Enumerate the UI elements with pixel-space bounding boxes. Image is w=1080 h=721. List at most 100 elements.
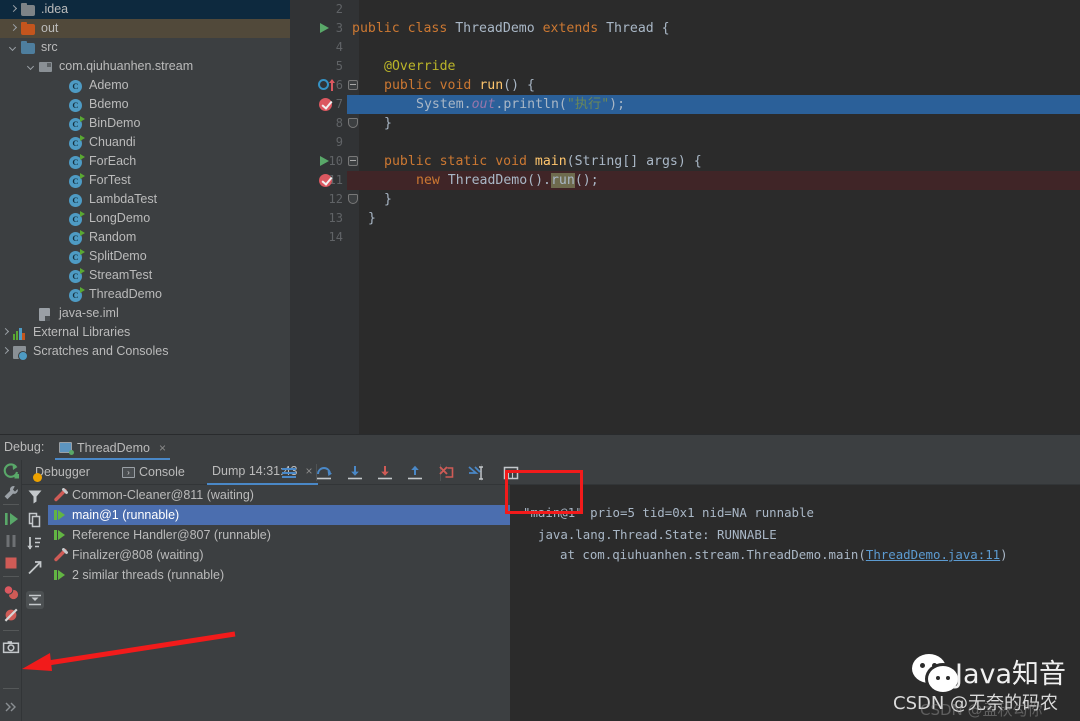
thread-panel[interactable]: Common-Cleaner@811 (waiting) main@1 (runn… <box>22 485 510 721</box>
tree-item-random[interactable]: C Random <box>0 228 290 247</box>
tree-item-threaddemo[interactable]: C ThreadDemo <box>0 285 290 304</box>
overflow-icon[interactable] <box>2 698 20 716</box>
tree-item-lambdatest[interactable]: C LambdaTest <box>0 190 290 209</box>
tree-item-out[interactable]: out <box>0 19 290 38</box>
thread-label: main@1 (runnable) <box>72 508 180 522</box>
editor-fold-strip[interactable] <box>347 0 359 434</box>
pause-program-icon[interactable] <box>2 532 20 550</box>
close-icon[interactable]: × <box>159 441 166 455</box>
tree-item-label: Chuandi <box>89 135 136 149</box>
line-number-10: 10 <box>328 154 343 168</box>
debug-left-toolbar[interactable] <box>0 460 22 721</box>
mute-breakpoints-icon[interactable] <box>2 606 20 624</box>
tab-debugger[interactable]: Debugger <box>30 460 95 485</box>
stop-icon[interactable] <box>2 554 20 572</box>
debug-run-config-tab[interactable]: ThreadDemo × <box>55 437 170 460</box>
thread-list[interactable]: Common-Cleaner@811 (waiting) main@1 (runn… <box>48 485 510 721</box>
thread-row[interactable]: Reference Handler@807 (runnable) <box>48 525 510 545</box>
tree-item-bdemo[interactable]: C Bdemo <box>0 95 290 114</box>
tab-dump[interactable]: Dump 14:31:43 × <box>207 460 318 485</box>
stack-header-line: "main@1" prio=5 tid=0x1 nid=NA runnable <box>523 505 814 520</box>
chevron-right-icon[interactable] <box>8 23 19 34</box>
tree-item-scratches-and-consoles[interactable]: Scratches and Consoles <box>0 342 290 361</box>
thread-dump-camera-icon[interactable] <box>2 638 20 656</box>
thread-runnable-icon <box>52 567 69 583</box>
tree-item-longdemo[interactable]: C LongDemo <box>0 209 290 228</box>
stack-state-line: java.lang.Thread.State: RUNNABLE <box>538 527 777 542</box>
thread-row[interactable]: main@1 (runnable) <box>48 505 510 525</box>
settings-wrench-icon[interactable] <box>2 484 20 502</box>
stack-frame-line: at com.qiuhuanhen.stream.ThreadDemo.main… <box>560 547 1008 562</box>
view-breakpoints-icon[interactable] <box>2 584 20 602</box>
run-method-gutter-icon[interactable] <box>320 154 336 170</box>
code-editor[interactable]: 2 3 4 5 6 7 8 9 10 11 12 13 14 public class ThreadDem… <box>290 0 1080 434</box>
tree-item-splitdemo[interactable]: C SplitDemo <box>0 247 290 266</box>
copy-icon[interactable] <box>26 511 44 529</box>
bubble-dot-3 <box>936 676 940 680</box>
tree-item-label: Ademo <box>89 78 129 92</box>
collapse-expand-icon[interactable] <box>26 591 44 609</box>
thread-label: Common-Cleaner@811 (waiting) <box>72 488 254 502</box>
step-out-icon[interactable] <box>406 464 424 482</box>
thread-row[interactable]: Finalizer@808 (waiting) <box>48 545 510 565</box>
run-to-cursor-icon[interactable] <box>467 464 485 482</box>
drop-frame-icon[interactable] <box>437 464 455 482</box>
step-into-icon[interactable] <box>346 464 364 482</box>
package-icon <box>39 59 54 74</box>
fold-marker-run-method-end[interactable] <box>348 118 359 129</box>
project-tree-panel[interactable]: .idea out src com.qiuhuanhen.stream C Ademo C B… <box>0 0 290 434</box>
fold-marker-main-method[interactable] <box>348 156 359 167</box>
fold-marker-main-method-end[interactable] <box>348 194 359 205</box>
rerun-icon[interactable] <box>2 462 20 480</box>
filter-icon[interactable] <box>26 487 44 505</box>
resume-program-icon[interactable] <box>2 510 20 528</box>
tree-item-chuandi[interactable]: C Chuandi <box>0 133 290 152</box>
tree-item-fortest[interactable]: C ForTest <box>0 171 290 190</box>
java-class-runnable-icon: C <box>69 154 84 169</box>
close-icon[interactable]: × <box>305 459 312 484</box>
chevron-right-icon[interactable] <box>0 346 11 357</box>
tree-item-label: out <box>41 21 59 35</box>
java-class-runnable-icon: C <box>69 211 84 226</box>
thread-row[interactable]: 2 similar threads (runnable) <box>48 565 510 585</box>
thread-row[interactable]: Common-Cleaner@811 (waiting) <box>48 485 510 505</box>
tree-item-java-se-iml[interactable]: java-se.iml <box>0 304 290 323</box>
tree-item-label: Random <box>89 230 137 244</box>
tree-item-src[interactable]: src <box>0 38 290 57</box>
export-icon[interactable] <box>26 559 44 577</box>
tree-item-com-qiuhuanhen-stream[interactable]: com.qiuhuanhen.stream <box>0 57 290 76</box>
debug-tabs-row[interactable]: Debugger › Console Dump 14:31:43 × <box>22 460 1080 485</box>
run-config-label: ThreadDemo <box>77 440 150 455</box>
line-number-13: 13 <box>328 211 343 225</box>
tab-console[interactable]: › Console <box>117 460 190 485</box>
line-number-9: 9 <box>335 135 343 149</box>
tree-item-streamtest[interactable]: C StreamTest <box>0 266 290 285</box>
chevron-down-icon[interactable] <box>26 61 37 72</box>
run-class-gutter-icon[interactable] <box>320 21 336 37</box>
tree-item-external-libraries[interactable]: External Libraries <box>0 323 290 342</box>
thread-side-toolbar[interactable] <box>22 485 48 721</box>
tree-item-foreach[interactable]: C ForEach <box>0 152 290 171</box>
tree-item-bindemo[interactable]: C BinDemo <box>0 114 290 133</box>
line-number-4: 4 <box>335 40 343 54</box>
breakpoint-icon-line-7[interactable] <box>319 97 335 113</box>
sort-icon[interactable] <box>26 535 44 553</box>
stack-frame-link[interactable]: ThreadDemo.java:11 <box>866 547 1000 562</box>
step-over-icon[interactable] <box>315 464 333 482</box>
tree-item-label: ForTest <box>89 173 131 187</box>
show-execution-point-icon[interactable] <box>280 464 298 482</box>
scratches-icon <box>13 344 28 361</box>
override-method-gutter-icon[interactable] <box>318 78 335 94</box>
chevron-right-icon[interactable] <box>8 4 19 15</box>
tree-item-label: .idea <box>41 2 69 16</box>
fold-marker-run-method[interactable] <box>348 80 359 91</box>
chevron-down-icon[interactable] <box>8 42 19 53</box>
force-step-into-icon[interactable] <box>376 464 394 482</box>
chevron-right-icon[interactable] <box>0 327 11 338</box>
tree-item-ademo[interactable]: C Ademo <box>0 76 290 95</box>
evaluate-expression-icon[interactable] <box>502 464 520 482</box>
tree-item--idea[interactable]: .idea <box>0 0 290 19</box>
breakpoint-icon-line-11[interactable] <box>319 173 335 189</box>
